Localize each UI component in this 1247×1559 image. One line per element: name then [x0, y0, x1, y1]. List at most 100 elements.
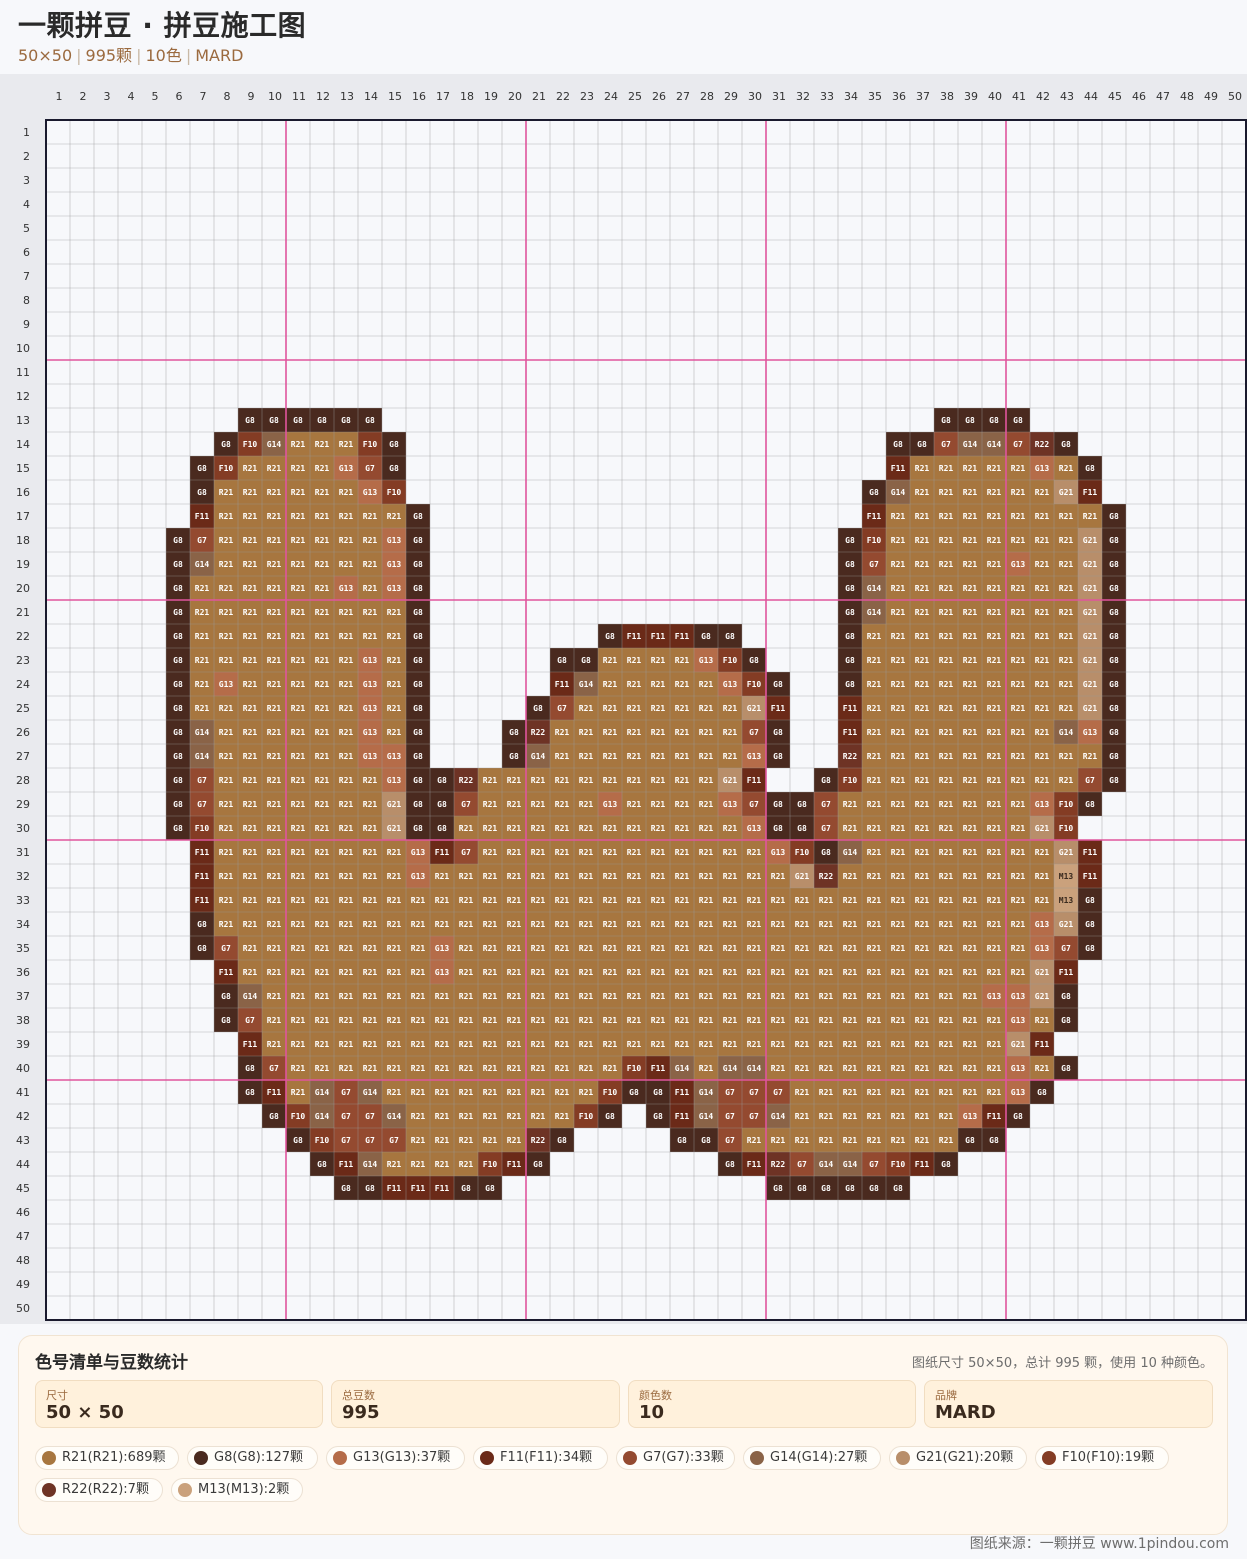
legend-chip[interactable]: R21(R21):689颗 [35, 1446, 179, 1470]
bead-code: R21 [963, 656, 978, 665]
column-number: 23 [580, 90, 594, 103]
bead-code: R21 [459, 824, 474, 833]
bead-code: R21 [555, 1112, 570, 1121]
bead-code: R21 [651, 656, 666, 665]
bead-code: R21 [915, 656, 930, 665]
legend-chip[interactable]: G21(G21):20颗 [889, 1446, 1027, 1470]
bead-code: G8 [269, 416, 279, 425]
bead-code: F11 [195, 896, 210, 905]
stat-value: 10 [639, 1402, 665, 1423]
bead-code: R21 [339, 488, 354, 497]
bead-code: R21 [483, 992, 498, 1001]
bead-code: R21 [723, 848, 738, 857]
bead-code: R21 [939, 704, 954, 713]
bead-code: R22 [843, 752, 858, 761]
bead-code: R21 [555, 896, 570, 905]
bead-pattern-grid[interactable]: 1 2 3 4 5 6 7 8 9 10 11 12 13 14 15 16 17 18 19 20 21 22 23 24 2… [0, 74, 1247, 1324]
bead-code: R21 [291, 800, 306, 809]
bead-code: R21 [411, 1160, 426, 1169]
bead-code: G14 [387, 1112, 402, 1121]
legend-chip[interactable]: F10(F10):19颗 [1035, 1446, 1169, 1470]
bead-code: G21 [1059, 848, 1074, 857]
bead-code: R21 [267, 1040, 282, 1049]
bead-code: R21 [339, 920, 354, 929]
bead-code: R21 [603, 704, 618, 713]
bead-code: R21 [195, 584, 210, 593]
bead-code: R21 [603, 1016, 618, 1025]
color-swatch [750, 1451, 764, 1465]
bead-code: R21 [723, 968, 738, 977]
bead-code: G7 [341, 1112, 351, 1121]
bead-code: G8 [341, 416, 351, 425]
row-number: 4 [23, 198, 30, 211]
bead-code: R21 [219, 776, 234, 785]
bead-code: R21 [555, 920, 570, 929]
bead-code: R21 [507, 824, 522, 833]
bead-code: R21 [627, 728, 642, 737]
bead-code: R21 [267, 680, 282, 689]
bead-code: R21 [339, 752, 354, 761]
legend-chip[interactable]: F11(F11):34颗 [473, 1446, 608, 1470]
bead-code: R21 [771, 992, 786, 1001]
bead-code: R21 [939, 800, 954, 809]
bead-code: R21 [627, 800, 642, 809]
bead-code: G8 [413, 608, 423, 617]
bead-code: R21 [507, 944, 522, 953]
bead-code: G14 [867, 584, 882, 593]
bead-code: R21 [387, 632, 402, 641]
legend-label: G8(G8):127颗 [214, 1450, 304, 1465]
bead-code: R21 [867, 848, 882, 857]
row-number: 7 [23, 270, 30, 283]
bead-code: R21 [747, 944, 762, 953]
bead-code: R21 [291, 560, 306, 569]
bead-code: M13 [1059, 896, 1074, 905]
legend-chip[interactable]: G7(G7):33颗 [616, 1446, 735, 1470]
legend-chip[interactable]: R22(R22):7颗 [35, 1478, 163, 1502]
row-number: 17 [16, 510, 30, 523]
legend-chip[interactable]: M13(M13):2颗 [171, 1478, 303, 1502]
bead-code: F11 [987, 1112, 1002, 1121]
bead-code: R21 [891, 968, 906, 977]
legend-chip[interactable]: G13(G13):37颗 [326, 1446, 465, 1470]
column-number: 41 [1012, 90, 1026, 103]
bead-code: R21 [219, 560, 234, 569]
bead-code: R21 [315, 656, 330, 665]
bead-code: R21 [483, 1064, 498, 1073]
bead-code: R21 [891, 1136, 906, 1145]
bead-code: F11 [555, 680, 570, 689]
bead-code: F10 [747, 680, 762, 689]
bead-code: R21 [315, 584, 330, 593]
bead-code: R21 [507, 1040, 522, 1049]
bead-code: R21 [315, 560, 330, 569]
bead-code: R21 [243, 800, 258, 809]
bead-code: R21 [411, 1040, 426, 1049]
bead-code: G8 [773, 752, 783, 761]
column-number: 16 [412, 90, 426, 103]
legend-chip[interactable]: G14(G14):27颗 [743, 1446, 881, 1470]
legend-chip[interactable]: G8(G8):127颗 [187, 1446, 318, 1470]
bead-code: R21 [411, 992, 426, 1001]
column-number: 26 [652, 90, 666, 103]
bead-code: R21 [1035, 680, 1050, 689]
bead-code: R21 [315, 632, 330, 641]
bead-code: R21 [339, 440, 354, 449]
bead-code: R21 [435, 1160, 450, 1169]
bead-code: R21 [987, 920, 1002, 929]
bead-code: G21 [1083, 632, 1098, 641]
bead-code: R21 [963, 824, 978, 833]
bead-code: R21 [483, 968, 498, 977]
bead-code: G8 [245, 1088, 255, 1097]
bead-code: G8 [845, 656, 855, 665]
bead-code: R21 [483, 1040, 498, 1049]
bead-code: R21 [915, 848, 930, 857]
bead-code: G8 [173, 656, 183, 665]
bead-code: G8 [173, 632, 183, 641]
bead-code: R22 [459, 776, 474, 785]
bead-code: R22 [819, 872, 834, 881]
bead-code: R21 [1035, 752, 1050, 761]
color-swatch [178, 1483, 192, 1497]
bead-code: G7 [749, 1088, 759, 1097]
column-number: 6 [176, 90, 183, 103]
bead-code: R21 [459, 968, 474, 977]
bead-code: R21 [363, 968, 378, 977]
